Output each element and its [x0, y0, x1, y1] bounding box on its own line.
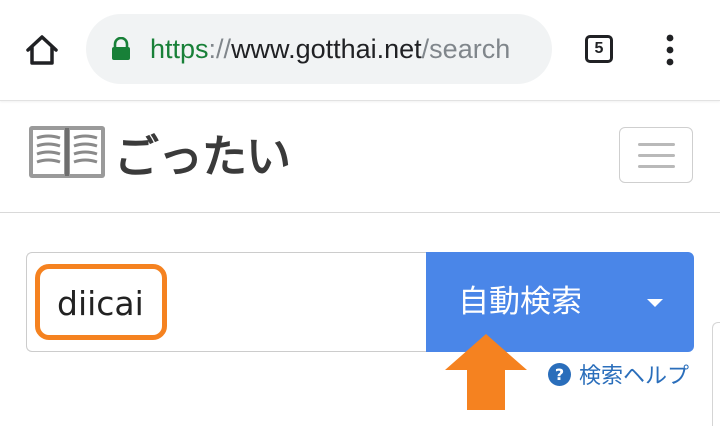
search-field-container[interactable] — [26, 252, 428, 352]
url-scheme: https — [150, 34, 209, 64]
lock-icon — [110, 36, 132, 61]
question-circle-icon: ? — [548, 362, 571, 386]
site-logo[interactable]: ごったい — [28, 122, 291, 183]
address-bar[interactable]: https://www.gotthai.net/search — [86, 14, 552, 84]
hamburger-line — [638, 165, 675, 168]
caret-down-icon[interactable] — [647, 299, 663, 307]
browser-toolbar: https://www.gotthai.net/search 5 — [0, 0, 720, 101]
search-form: 自動検索 — [26, 252, 694, 352]
tab-switcher-button[interactable]: 5 — [585, 35, 613, 63]
page-edge-divider — [712, 322, 720, 426]
search-input[interactable] — [57, 278, 257, 328]
more-vert-icon[interactable] — [660, 30, 680, 70]
search-help-link[interactable]: ? 検索ヘルプ — [548, 357, 689, 391]
site-logo-text: ごったい — [114, 129, 291, 183]
site-header: ごったい — [0, 100, 720, 213]
url-host: www.gotthai.net — [231, 34, 422, 64]
open-book-icon — [28, 124, 106, 180]
hamburger-line — [638, 154, 675, 157]
up-arrow-icon — [443, 332, 529, 412]
url-text[interactable]: https://www.gotthai.net/search — [150, 14, 510, 84]
hamburger-line — [638, 143, 675, 146]
url-separator: :// — [208, 34, 232, 64]
hamburger-icon[interactable] — [619, 127, 693, 183]
url-path: /search — [421, 34, 511, 64]
search-help-label: 検索ヘルプ — [579, 364, 690, 389]
home-icon[interactable] — [22, 30, 62, 70]
